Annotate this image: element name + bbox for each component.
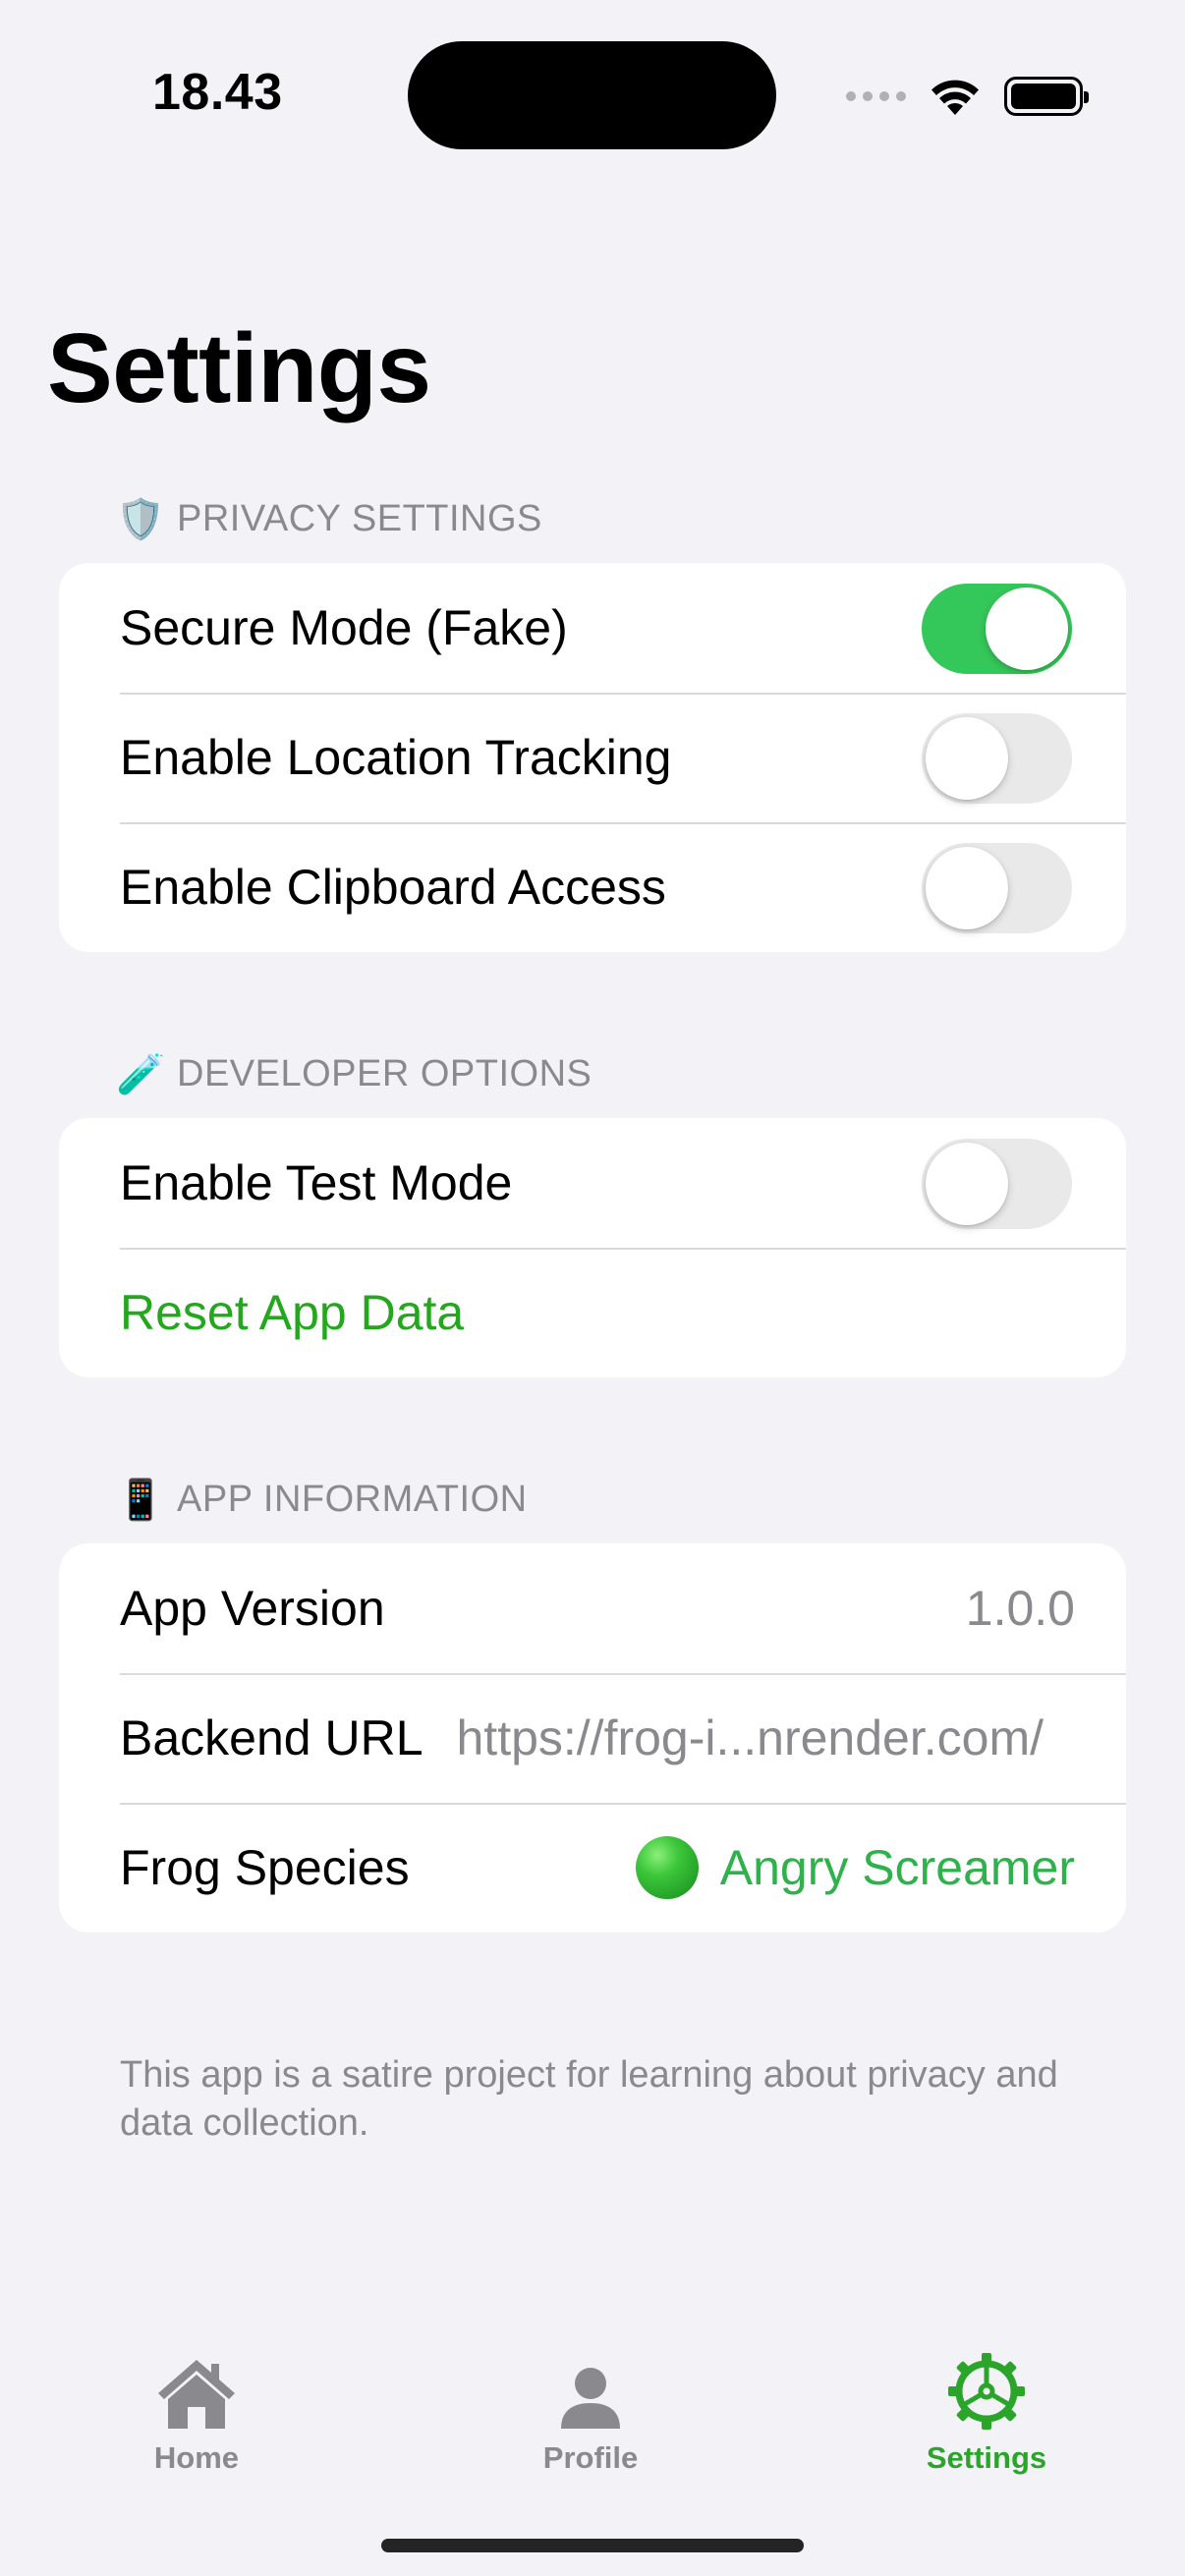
footer-note: This app is a satire project for learnin… (120, 2054, 1058, 2144)
wifi-icon (931, 80, 979, 115)
frog-species-value: Angry Screamer (719, 1840, 1075, 1895)
privacy-section-title: PRIVACY SETTINGS (177, 498, 542, 539)
secure-mode-toggle[interactable] (922, 584, 1072, 674)
page-title: Settings (47, 313, 431, 423)
tab-settings-label: Settings (926, 2440, 1047, 2475)
test-tube-icon: 🧪 (116, 1053, 166, 1096)
developer-section-title: DEVELOPER OPTIONS (177, 1053, 592, 1094)
house-icon (69, 2346, 324, 2431)
clipboard-access-row: Enable Clipboard Access (59, 822, 1126, 952)
frog-species-value-wrap: Angry Screamer (635, 1836, 1075, 1899)
phone-icon: 📱 (116, 1479, 166, 1522)
app-information-card: App Version 1.0.0 Backend URL https://fr… (59, 1543, 1126, 1932)
shield-icon: 🛡️ (116, 498, 166, 541)
reset-app-data-row[interactable]: Reset App Data (59, 1248, 1126, 1377)
gear-icon (859, 2346, 1114, 2431)
secure-mode-row: Secure Mode (Fake) (59, 563, 1126, 693)
tab-profile-label: Profile (542, 2440, 639, 2475)
dynamic-island (408, 41, 776, 149)
privacy-section-header: 🛡️ PRIVACY SETTINGS (116, 496, 542, 542)
green-circle-icon (635, 1836, 699, 1899)
location-tracking-toggle[interactable] (922, 713, 1072, 804)
location-tracking-label: Enable Location Tracking (120, 730, 672, 785)
test-mode-label: Enable Test Mode (120, 1155, 513, 1210)
status-time: 18.43 (152, 64, 283, 121)
developer-options-card: Enable Test Mode Reset App Data (59, 1118, 1126, 1377)
app-version-value: 1.0.0 (965, 1581, 1075, 1636)
clipboard-access-toggle[interactable] (922, 843, 1072, 933)
cellular-signal-icon (846, 91, 906, 101)
home-indicator (381, 2539, 804, 2552)
app-version-label: App Version (120, 1581, 385, 1636)
privacy-settings-card: Secure Mode (Fake) Enable Location Track… (59, 563, 1126, 952)
reset-app-data-button[interactable]: Reset App Data (120, 1284, 464, 1341)
test-mode-toggle[interactable] (922, 1139, 1072, 1229)
developer-section-header: 🧪 DEVELOPER OPTIONS (116, 1051, 592, 1097)
app-info-section-title: APP INFORMATION (177, 1479, 528, 1520)
secure-mode-label: Secure Mode (Fake) (120, 600, 568, 655)
frog-species-label: Frog Species (120, 1840, 410, 1895)
battery-icon (1004, 77, 1089, 116)
tab-home[interactable]: Home (69, 2346, 324, 2476)
backend-url-value: https://frog-i...nrender.com/ (456, 1710, 1044, 1765)
status-icons (846, 73, 1089, 120)
backend-url-row: Backend URL https://frog-i...nrender.com… (59, 1673, 1126, 1803)
app-info-section-header: 📱 APP INFORMATION (116, 1477, 528, 1523)
tab-home-label: Home (153, 2440, 240, 2475)
clipboard-access-label: Enable Clipboard Access (120, 860, 666, 915)
tab-settings[interactable]: Settings (859, 2346, 1114, 2476)
test-mode-row: Enable Test Mode (59, 1118, 1126, 1248)
person-icon (463, 2346, 718, 2431)
settings-screen: 18.43 Settings 🛡️ PRIVACY SETTINGS Secur… (0, 0, 1185, 2576)
app-version-row: App Version 1.0.0 (59, 1543, 1126, 1673)
tab-profile[interactable]: Profile (463, 2346, 718, 2476)
location-tracking-row: Enable Location Tracking (59, 693, 1126, 822)
frog-species-row: Frog Species Angry Screamer (59, 1803, 1126, 1932)
backend-url-label: Backend URL (120, 1710, 423, 1765)
